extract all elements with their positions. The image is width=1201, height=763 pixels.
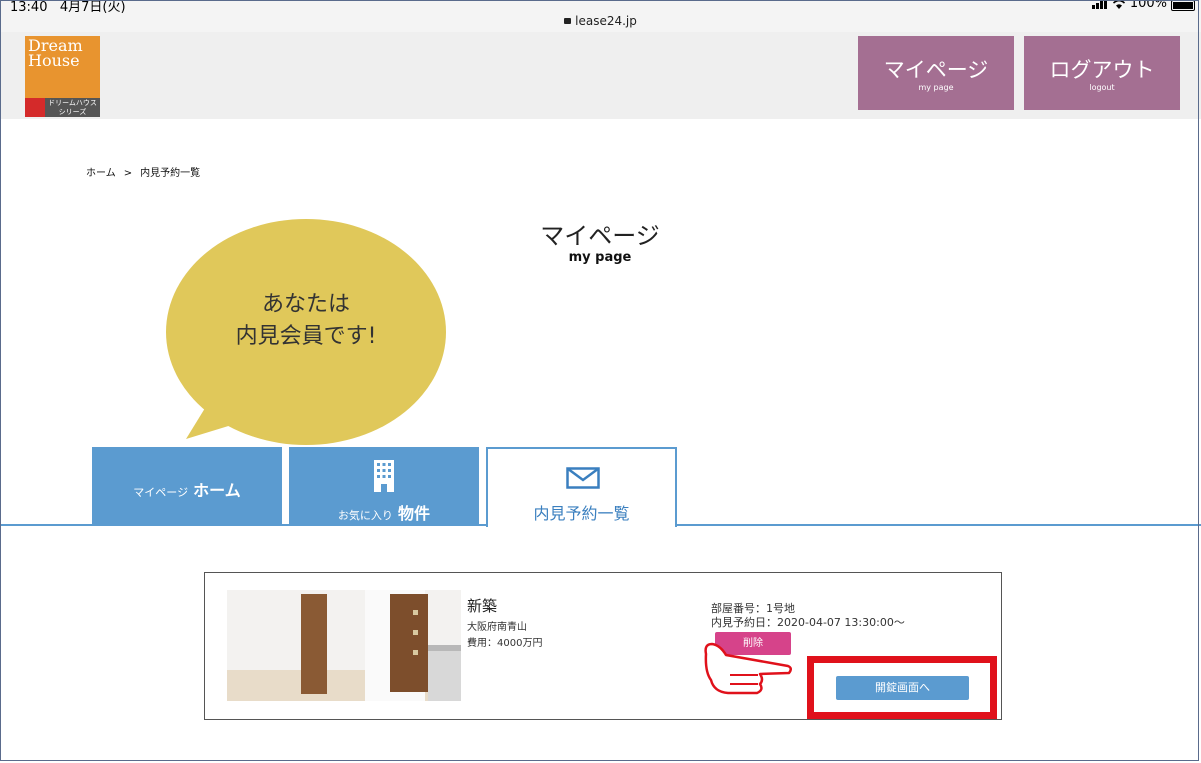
property-address: 大阪府南青山 [467, 622, 527, 633]
property-name: 新築 [467, 597, 498, 615]
battery-percent: 100% [1129, 0, 1167, 11]
page-subtitle: my page [568, 250, 632, 265]
signal-icon [1091, 0, 1107, 9]
status-indicators: 100% [1091, 0, 1195, 11]
logout-button[interactable]: ログアウト logout [1024, 36, 1180, 110]
tab-favorites[interactable]: お気に入り 物件 [289, 447, 479, 525]
mypage-button[interactable]: マイページ my page [858, 36, 1014, 110]
breadcrumb-home[interactable]: ホーム [86, 168, 116, 179]
mail-icon [566, 467, 600, 489]
lock-icon [564, 18, 572, 24]
tab-reservations[interactable]: 内見予約一覧 [486, 447, 677, 527]
address-bar[interactable]: lease24.jp [0, 14, 1201, 28]
logo-subtitle: ドリームハウス シリーズ [45, 98, 100, 117]
tab-mypage-home[interactable]: マイページ ホーム [92, 447, 282, 525]
breadcrumb: ホーム > 内見予約一覧 [86, 168, 201, 179]
battery-icon [1171, 0, 1195, 11]
breadcrumb-current: 内見予約一覧 [140, 168, 201, 179]
status-bar: 13:40 4月7日(火) 100% lease24.jp [0, 0, 1201, 32]
property-price: 費用：4000万円 [467, 638, 543, 649]
building-icon [374, 460, 394, 492]
reservation-date: 内見予約日：2020-04-07 13:30:00〜 [711, 616, 905, 629]
property-photo[interactable] [227, 590, 461, 701]
site-header: Dream House ドリームハウス シリーズ マイページ my page ログア… [0, 32, 1201, 119]
url-text: lease24.jp [575, 14, 637, 28]
status-time: 13:40 4月7日(火) [10, 0, 126, 15]
highlight-box [807, 656, 997, 719]
pointing-hand-icon [704, 642, 792, 695]
bubble-text: あなたは 内見会員です! [235, 292, 377, 349]
logo-wordmark: Dream House [28, 36, 83, 70]
page-title: マイページ [540, 222, 660, 250]
wifi-icon [1112, 0, 1125, 9]
dream-house-logo[interactable]: Dream House ドリームハウス シリーズ [25, 36, 100, 117]
